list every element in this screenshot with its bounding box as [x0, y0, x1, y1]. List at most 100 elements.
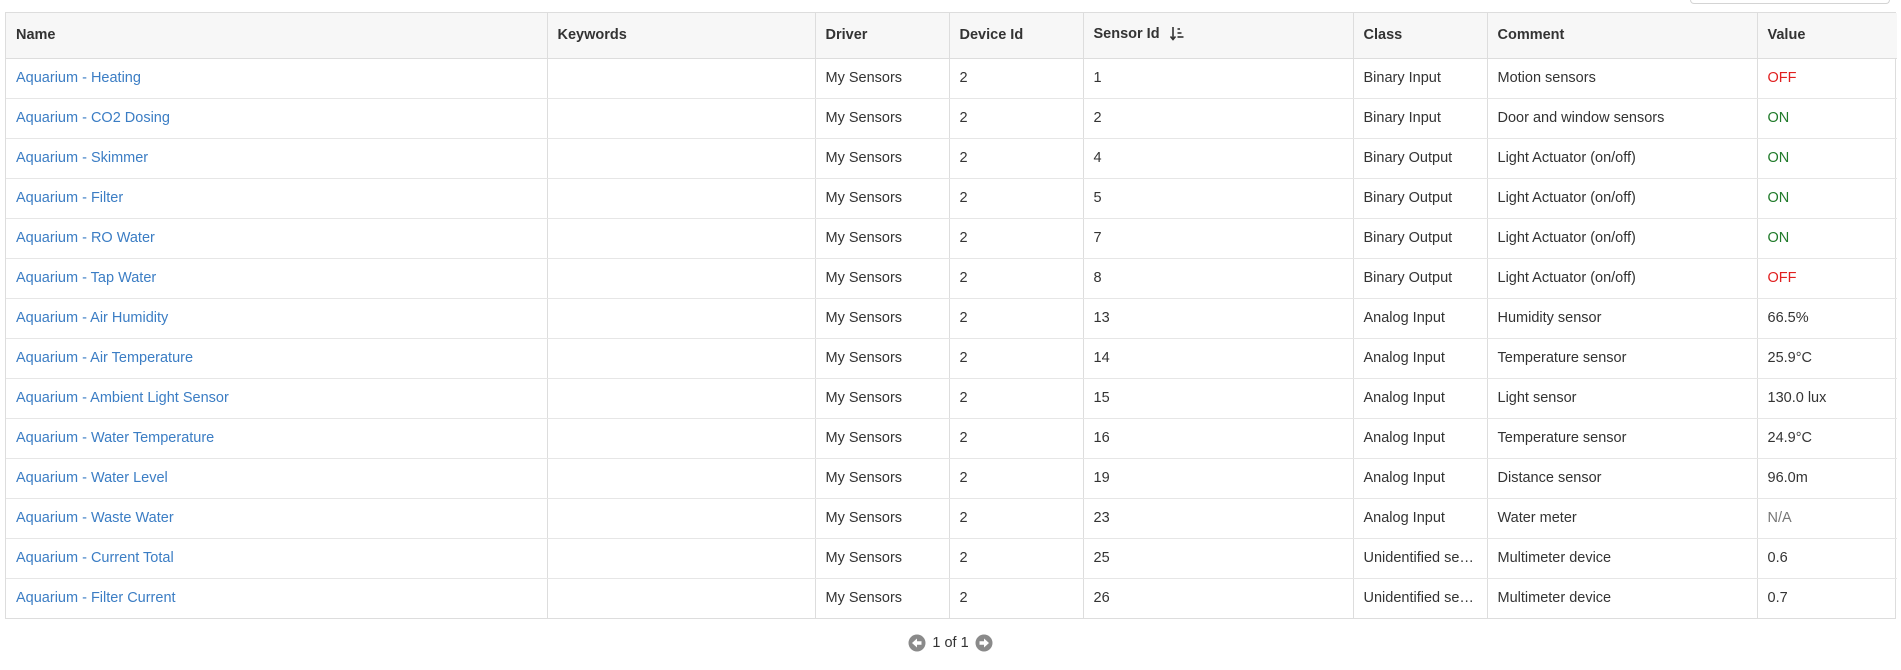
- cell-class: Analog Input: [1353, 418, 1488, 459]
- cell-comment: Light Actuator (on/off): [1487, 258, 1758, 299]
- cell-comment: Distance sensor: [1487, 458, 1758, 499]
- cell-sensor-id: 8: [1083, 258, 1354, 299]
- cell-sensor-id: 5: [1083, 178, 1354, 219]
- sensor-name-link[interactable]: Aquarium - CO2 Dosing: [16, 110, 170, 126]
- cell-class: Analog Input: [1353, 458, 1488, 499]
- cell-sensor-id: 7: [1083, 218, 1354, 259]
- cell-comment: Light Actuator (on/off): [1487, 138, 1758, 179]
- cell-driver: My Sensors: [815, 538, 950, 579]
- cell-device-id: 2: [949, 138, 1084, 179]
- cell-value: ON: [1757, 218, 1897, 259]
- cell-value: ON: [1757, 178, 1897, 219]
- cell-class: Analog Input: [1353, 378, 1488, 419]
- cell-name: Aquarium - CO2 Dosing: [6, 98, 548, 139]
- cell-class: Binary Output: [1353, 138, 1488, 179]
- cell-sensor-id: 25: [1083, 538, 1354, 579]
- cell-class: Binary Input: [1353, 98, 1488, 139]
- cell-device-id: 2: [949, 498, 1084, 539]
- sensor-name-link[interactable]: Aquarium - Air Temperature: [16, 350, 193, 366]
- cell-driver: My Sensors: [815, 418, 950, 459]
- cell-device-id: 2: [949, 258, 1084, 299]
- cell-keywords: [547, 458, 816, 499]
- cell-driver: My Sensors: [815, 178, 950, 219]
- sensor-name-link[interactable]: Aquarium - Skimmer: [16, 150, 148, 166]
- cell-class: Binary Output: [1353, 258, 1488, 299]
- sensor-name-link[interactable]: Aquarium - RO Water: [16, 230, 155, 246]
- table-header-row: Name Keywords Driver Device Id Sensor Id…: [6, 13, 1897, 59]
- cell-comment: Water meter: [1487, 498, 1758, 539]
- cell-value: OFF: [1757, 58, 1897, 99]
- column-header-value[interactable]: Value: [1757, 13, 1897, 59]
- sensor-name-link[interactable]: Aquarium - Tap Water: [16, 270, 156, 286]
- cell-sensor-id: 14: [1083, 338, 1354, 379]
- cell-comment: Multimeter device: [1487, 538, 1758, 579]
- cell-driver: My Sensors: [815, 98, 950, 139]
- cell-driver: My Sensors: [815, 378, 950, 419]
- cell-comment: Temperature sensor: [1487, 338, 1758, 379]
- table-row[interactable]: Aquarium - Filter My Sensors 2 5 Binary Outp…: [6, 178, 1897, 219]
- sensor-name-link[interactable]: Aquarium - Heating: [16, 70, 141, 86]
- column-header-class[interactable]: Class: [1353, 13, 1488, 59]
- arrow-circle-left-icon[interactable]: [908, 634, 926, 652]
- cell-device-id: 2: [949, 458, 1084, 499]
- sensor-name-link[interactable]: Aquarium - Current Total: [16, 550, 174, 566]
- cell-keywords: [547, 418, 816, 459]
- table-row[interactable]: Aquarium - Water Level My Sensors 2 19 Analo…: [6, 458, 1897, 499]
- table-row[interactable]: Aquarium - Air Humidity My Sensors 2 13 Anal…: [6, 298, 1897, 339]
- table-row[interactable]: Aquarium - Ambient Light Sensor My Sensor…: [6, 378, 1897, 419]
- cell-device-id: 2: [949, 538, 1084, 579]
- cell-comment: Temperature sensor: [1487, 418, 1758, 459]
- cell-value: 0.6: [1757, 538, 1897, 579]
- cell-driver: My Sensors: [815, 218, 950, 259]
- pagination: 1 of 1: [0, 634, 1901, 652]
- cell-class: Analog Input: [1353, 338, 1488, 379]
- cell-name: Aquarium - Current Total: [6, 538, 548, 579]
- sensor-name-link[interactable]: Aquarium - Waste Water: [16, 510, 174, 526]
- column-header-name[interactable]: Name: [6, 13, 548, 59]
- cell-keywords: [547, 138, 816, 179]
- table-row[interactable]: Aquarium - RO Water My Sensors 2 7 Binary Ou…: [6, 218, 1897, 259]
- search-input-edge[interactable]: [1690, 0, 1890, 4]
- sort-ascending-icon[interactable]: [1169, 26, 1184, 45]
- cell-value: ON: [1757, 98, 1897, 139]
- table-row[interactable]: Aquarium - Waste Water My Sensors 2 23 Analo…: [6, 498, 1897, 539]
- sensor-name-link[interactable]: Aquarium - Ambient Light Sensor: [16, 390, 229, 406]
- table-row[interactable]: Aquarium - Air Temperature My Sensors 2 14 A…: [6, 338, 1897, 379]
- cell-driver: My Sensors: [815, 298, 950, 339]
- sensor-name-link[interactable]: Aquarium - Water Level: [16, 470, 168, 486]
- cell-device-id: 2: [949, 418, 1084, 459]
- cell-name: Aquarium - RO Water: [6, 218, 548, 259]
- table-row[interactable]: Aquarium - Skimmer My Sensors 2 4 Binary Out…: [6, 138, 1897, 179]
- cell-name: Aquarium - Tap Water: [6, 258, 548, 299]
- table-row[interactable]: Aquarium - Tap Water My Sensors 2 8 Binary O…: [6, 258, 1897, 299]
- cell-driver: My Sensors: [815, 258, 950, 299]
- cell-keywords: [547, 258, 816, 299]
- arrow-circle-right-icon[interactable]: [975, 634, 993, 652]
- cell-sensor-id: 2: [1083, 98, 1354, 139]
- cell-device-id: 2: [949, 218, 1084, 259]
- cell-driver: My Sensors: [815, 498, 950, 539]
- cell-value: 25.9°C: [1757, 338, 1897, 379]
- cell-comment: Motion sensors: [1487, 58, 1758, 99]
- column-header-device-id[interactable]: Device Id: [949, 13, 1084, 59]
- table-row[interactable]: Aquarium - Current Total My Sensors 2 25 Uni…: [6, 538, 1897, 579]
- table-row[interactable]: Aquarium - CO2 Dosing My Sensors 2 2 Binary …: [6, 98, 1897, 139]
- cell-driver: My Sensors: [815, 138, 950, 179]
- sensor-name-link[interactable]: Aquarium - Water Temperature: [16, 430, 214, 446]
- column-header-sensor-id[interactable]: Sensor Id: [1083, 13, 1354, 59]
- sensor-name-link[interactable]: Aquarium - Filter Current: [16, 590, 176, 606]
- column-header-comment[interactable]: Comment: [1487, 13, 1758, 59]
- column-header-keywords[interactable]: Keywords: [547, 13, 816, 59]
- cell-name: Aquarium - Air Temperature: [6, 338, 548, 379]
- table-row[interactable]: Aquarium - Heating My Sensors 2 1 Binary Inp…: [6, 58, 1897, 99]
- table-row[interactable]: Aquarium - Filter Current My Sensors 2 26 Un…: [6, 578, 1897, 618]
- sensor-name-link[interactable]: Aquarium - Air Humidity: [16, 310, 168, 326]
- table-row[interactable]: Aquarium - Water Temperature My Sensors 2 1…: [6, 418, 1897, 459]
- cell-driver: My Sensors: [815, 458, 950, 499]
- cell-driver: My Sensors: [815, 338, 950, 379]
- sensor-name-link[interactable]: Aquarium - Filter: [16, 190, 123, 206]
- cell-class: Unidentified sen...: [1353, 578, 1488, 618]
- column-header-driver[interactable]: Driver: [815, 13, 950, 59]
- cell-keywords: [547, 538, 816, 579]
- cell-sensor-id: 1: [1083, 58, 1354, 99]
